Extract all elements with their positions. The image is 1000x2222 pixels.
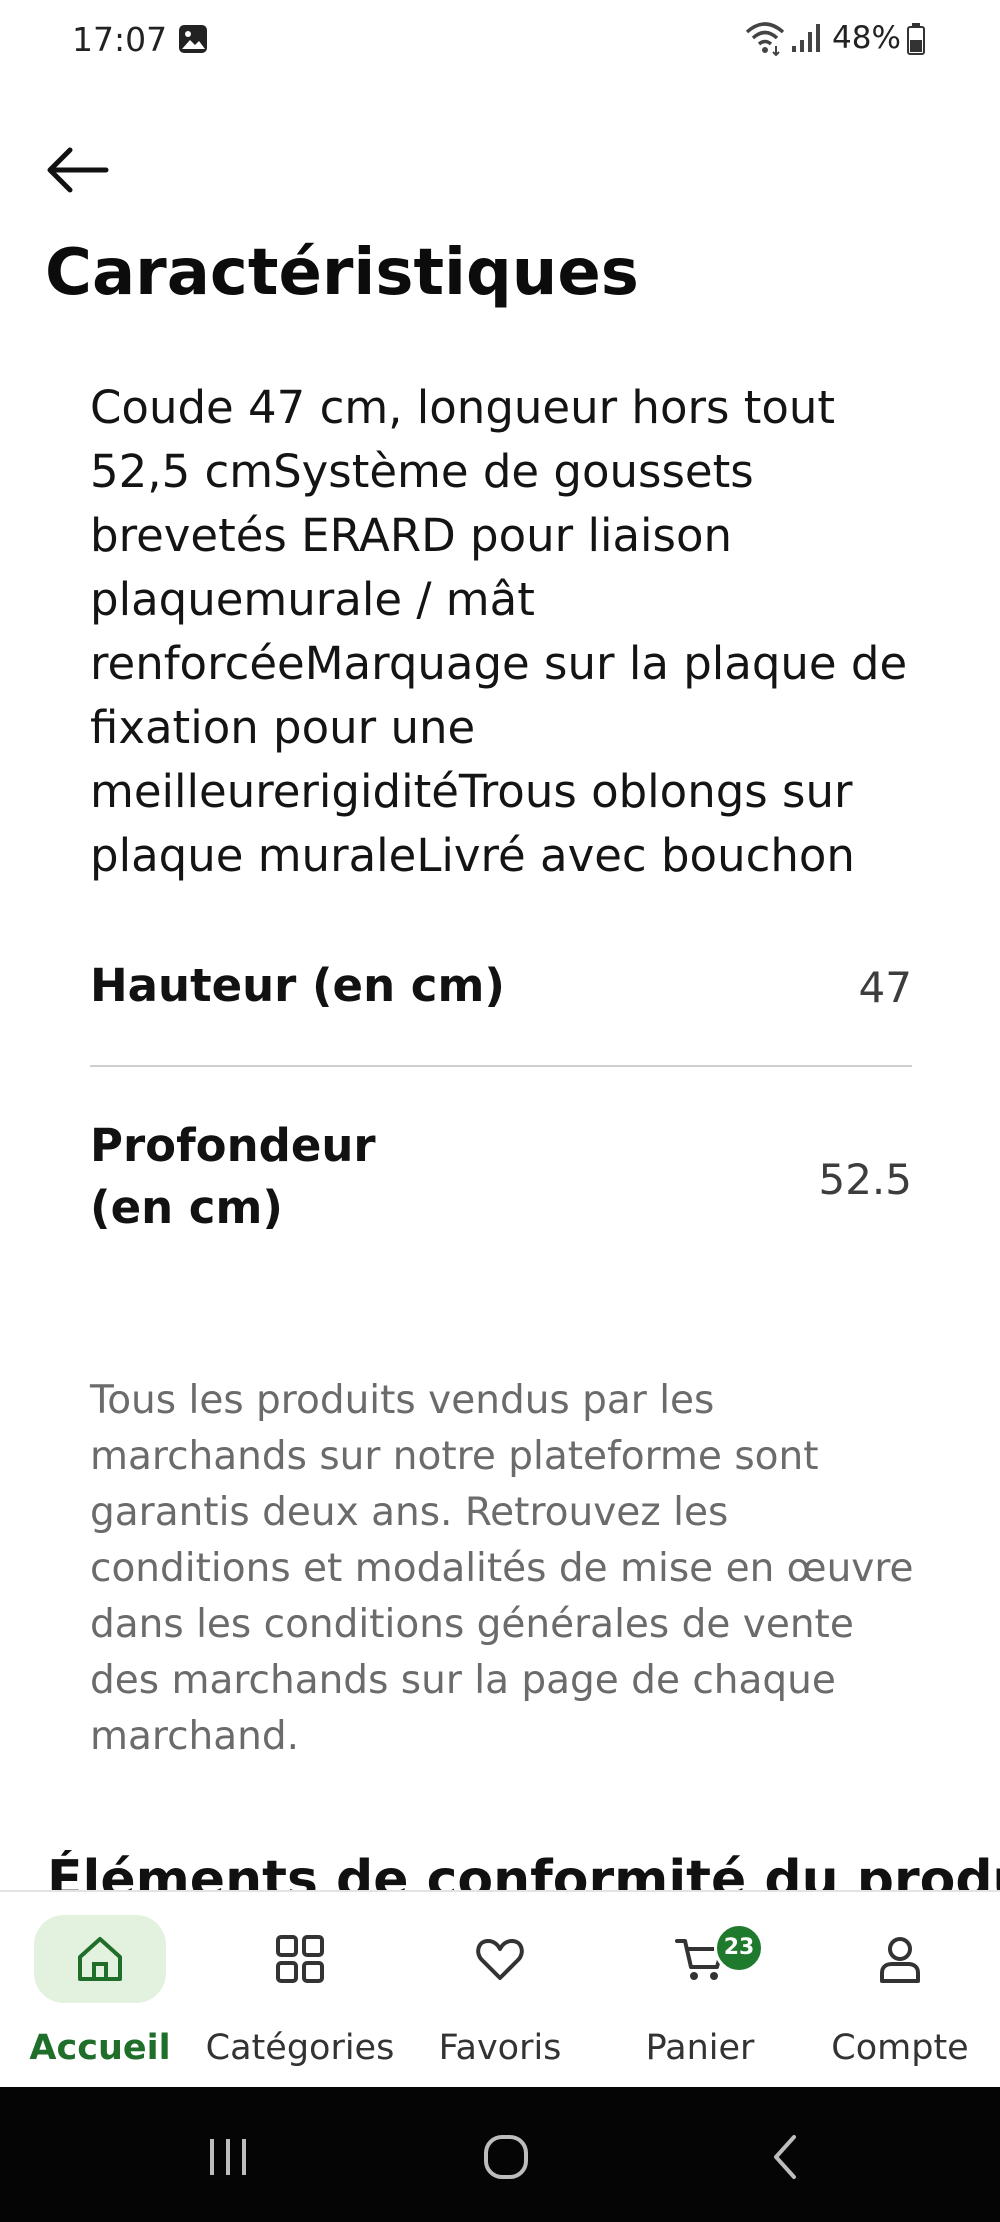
nav-label: Catégories: [205, 2028, 395, 2068]
battery-icon: [907, 23, 925, 55]
page-title: Caractéristiques: [45, 236, 639, 310]
back-button[interactable]: [40, 140, 120, 200]
back-system-button[interactable]: [746, 2117, 826, 2197]
arrow-left-icon: [47, 147, 109, 193]
spec-row-hauteur: Hauteur (en cm) 47: [90, 955, 912, 1025]
product-description: Coude 47 cm, longueur hors tout 52,5 cmS…: [90, 381, 908, 882]
spec-value: 47: [858, 963, 912, 1012]
nav-item-compte[interactable]: Compte: [800, 1892, 1000, 2088]
grid-icon: [276, 1935, 324, 1983]
gallery-icon: [179, 25, 207, 53]
nav-icon-container: [434, 1915, 566, 2003]
nav-icon-container: [234, 1915, 366, 2003]
spec-value: 52.5: [818, 1155, 912, 1204]
warranty-notice: Tous les produits vendus par les marchan…: [90, 1378, 914, 1759]
bottom-navigation: Accueil Catégories Favoris 23 Panier Com…: [0, 1890, 1000, 2088]
back-chevron-icon: [774, 2135, 796, 2179]
nav-label: Accueil: [29, 2028, 171, 2068]
nav-label: Panier: [645, 2028, 755, 2068]
home-circle-icon: [484, 2135, 528, 2179]
row-divider: [90, 1065, 912, 1067]
system-navigation-bar: [0, 2087, 1000, 2222]
user-icon: [880, 1937, 920, 1983]
nav-active-indicator: [34, 1915, 166, 2003]
next-section: Éléments de conformité du produit: [0, 1850, 1000, 1890]
status-time: 17:07: [72, 20, 168, 59]
spec-row-profondeur: Profondeur (en cm) 52.5: [90, 1115, 912, 1245]
signal-icon: [792, 24, 820, 52]
wifi-icon: [745, 22, 785, 56]
nav-item-favoris[interactable]: Favoris: [400, 1892, 600, 2088]
home-icon: [78, 1937, 122, 1981]
nav-label: Favoris: [438, 2028, 562, 2068]
home-system-button[interactable]: [466, 2117, 546, 2197]
nav-item-categories[interactable]: Catégories: [200, 1892, 400, 2088]
section-heading-conformite: Éléments de conformité du produit: [47, 1850, 1000, 1890]
recent-apps-button[interactable]: [188, 2117, 268, 2197]
heart-icon: [476, 1939, 524, 1980]
spec-label: Profondeur (en cm): [90, 1119, 376, 1234]
nav-item-panier[interactable]: 23 Panier: [600, 1892, 800, 2088]
spec-label: Hauteur (en cm): [90, 959, 505, 1012]
cart-count-badge: 23: [714, 1923, 764, 1973]
status-bar: 17:07 48%: [0, 0, 1000, 82]
nav-icon-container: [834, 1915, 966, 2003]
nav-icon-container: 23: [634, 1915, 766, 2003]
nav-item-accueil[interactable]: Accueil: [0, 1892, 200, 2088]
nav-label: Compte: [831, 2028, 969, 2068]
recent-apps-icon: [210, 2139, 246, 2175]
battery-percentage: 48%: [832, 20, 901, 56]
